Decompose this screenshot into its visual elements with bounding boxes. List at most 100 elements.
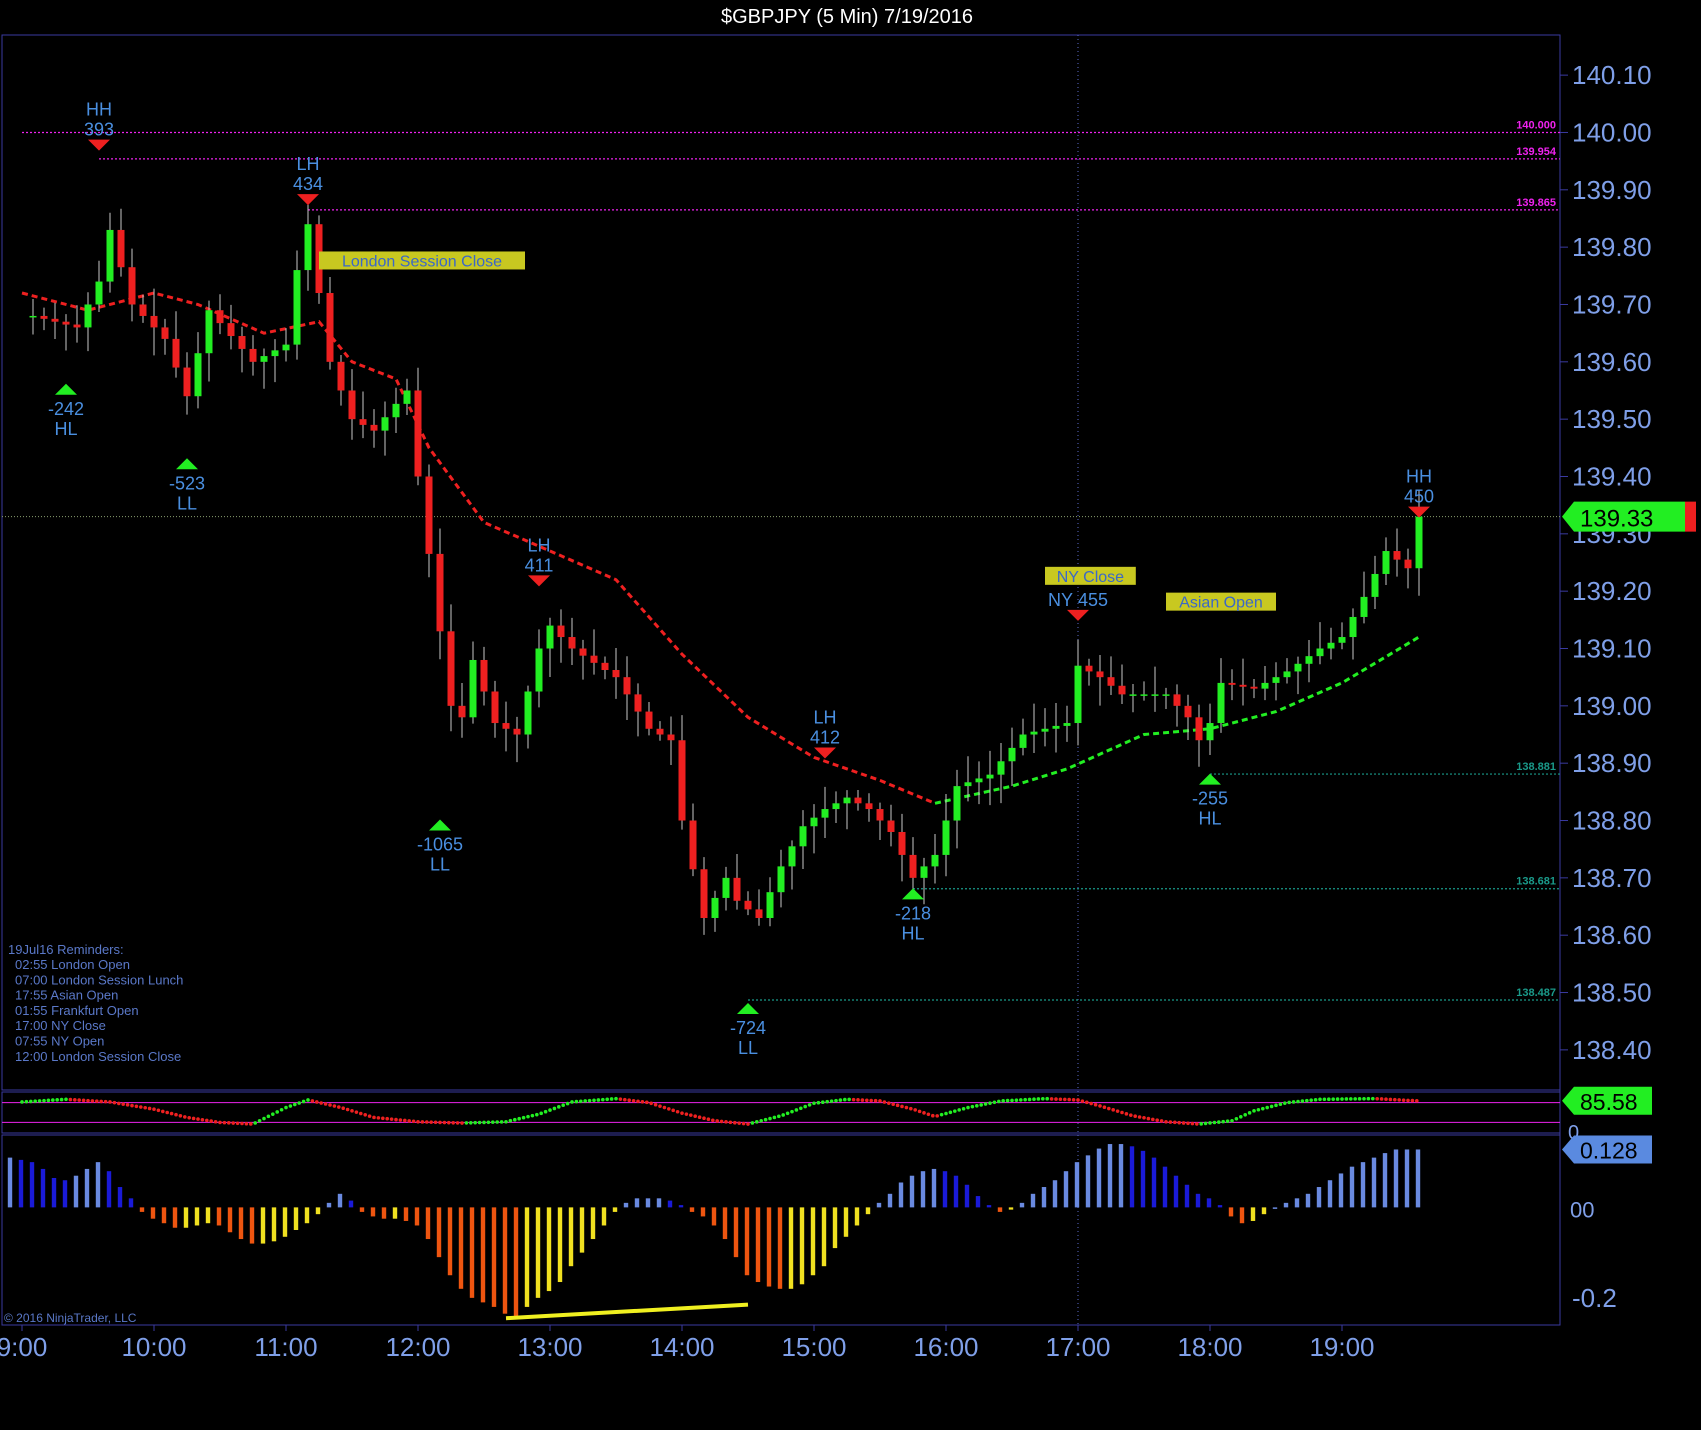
histogram-bar [1305,1193,1311,1208]
stoch-dot [570,1100,574,1104]
stoch-dot [675,1109,680,1114]
histogram-bar [469,1207,475,1298]
histogram-bar [293,1207,299,1230]
histogram-bar [238,1207,244,1240]
histogram-bar [634,1198,640,1208]
y-tick-label: 139.00 [1572,691,1652,721]
stoch-dot [1300,1099,1305,1103]
stoch-dot [200,1117,205,1122]
histogram-bar [1250,1207,1256,1221]
stoch-dot [1164,1119,1168,1124]
histogram-bar [821,1207,827,1267]
stoch-dot [935,1114,939,1118]
candle-body [1074,665,1082,724]
histogram-bar [722,1207,728,1240]
stoch-dot [1353,1097,1357,1101]
stoch-dot [51,1098,55,1102]
stoch-dot [1151,1117,1155,1122]
stoch-dot [460,1121,464,1125]
candle-body [931,854,939,867]
stoch-dot [1256,1107,1261,1112]
candle-body [700,869,708,918]
histogram-bar [1294,1198,1300,1208]
stoch-dot [605,1097,609,1102]
stoch-dot [1203,1121,1208,1126]
stoch-dot [1221,1119,1225,1124]
level-label: 139.954 [1516,146,1557,158]
candle-body [1096,671,1104,678]
stoch-dot [222,1120,227,1125]
candle-body [557,625,565,638]
candle-body [810,817,818,827]
stoch-dot [1014,1098,1019,1102]
stoch-dot [429,1120,434,1124]
histogram-bar [447,1207,453,1276]
candle-body [612,670,620,678]
histogram-bar [326,1202,332,1208]
stoch-dot [689,1113,693,1117]
histogram-bar [392,1207,398,1219]
stoch-dot [1027,1097,1032,1102]
histogram-bar [568,1207,574,1267]
stoch-dot [856,1098,860,1102]
candle-body [1360,596,1368,617]
histogram-bar [1151,1157,1157,1208]
stoch-dot [1045,1096,1049,1101]
stoch-dot [530,1113,535,1118]
stoch-dot [416,1119,420,1124]
stoch-dot [640,1100,645,1104]
stoch-dot [957,1108,961,1112]
histogram-bar [403,1207,409,1221]
stoch-dot [420,1120,425,1124]
histogram-bar [1261,1207,1267,1215]
histogram-bar [260,1207,266,1244]
stoch-dot [134,1104,139,1109]
stoch-dot [337,1105,341,1109]
stoch-dot [601,1097,605,1102]
histogram-bar [1129,1146,1135,1208]
histogram-bar [975,1196,981,1208]
stoch-dot [755,1120,759,1124]
stoch-dot [917,1109,922,1114]
stoch-dot [389,1117,394,1121]
stoch-dot [376,1116,381,1120]
stoch-dot [772,1115,777,1120]
stoch-dot [724,1120,728,1124]
stoch-dot [851,1097,856,1102]
stoch-dot [477,1120,482,1125]
y-tick-label: 139.80 [1572,232,1652,262]
candle-body [953,786,961,821]
stoch-dot [77,1098,81,1102]
stoch-dot [1225,1119,1230,1123]
candle-body [106,229,114,282]
stoch-dot [425,1120,429,1124]
stoch-dot [741,1121,746,1126]
stoch-dot [499,1120,504,1124]
stoch-dot [262,1116,266,1121]
candle-body [447,631,455,706]
stoch-dot [350,1109,354,1113]
histogram-bar [744,1207,750,1276]
stoch-dot [543,1109,548,1114]
candle-body [95,281,103,305]
stoch-dot [860,1098,865,1102]
candle-body [568,637,576,649]
candle-body [458,705,466,718]
candle-body [667,734,675,741]
stoch-dot [702,1116,706,1121]
stoch-dot [1274,1103,1278,1108]
stoch-dot [1296,1099,1300,1104]
candle-body [359,419,367,425]
stoch-dot [319,1101,324,1105]
candle-body [1085,665,1093,672]
stoch-dot [733,1120,737,1125]
candle-body [128,267,136,305]
stoch-dot [1208,1121,1212,1125]
stoch-dot [838,1098,843,1102]
histogram-bar [777,1207,783,1289]
stoch-dot [807,1103,812,1107]
stoch-dot [332,1104,337,1108]
swing-label: 412 [810,727,840,747]
y-tick-label: 138.70 [1572,863,1652,893]
stoch-dot [46,1098,51,1103]
